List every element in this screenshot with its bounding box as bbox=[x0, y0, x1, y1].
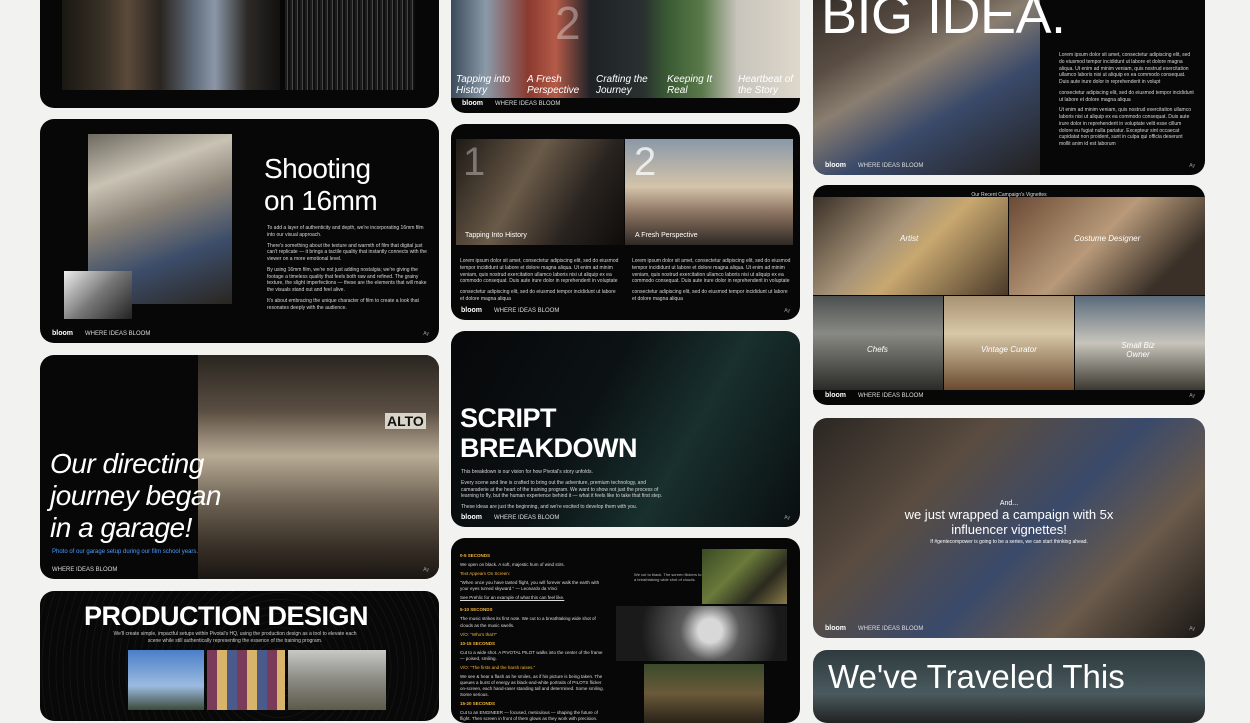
slide-campaign-vignettes[interactable]: Our Recent Campaign's Vignettes Artist C… bbox=[813, 185, 1205, 405]
slide-script-timeline[interactable]: 0-5 SECONDS We open on black. A soft, ma… bbox=[451, 538, 800, 723]
page-title: BIG IDEA. bbox=[821, 0, 1066, 45]
timeline-text: 0-5 SECONDS We open on black. A soft, ma… bbox=[460, 553, 604, 722]
chapter-number: 2 bbox=[555, 0, 581, 49]
slide-portrait-pair[interactable] bbox=[40, 0, 439, 108]
subtitle: We'll create simple, impactful setups wi… bbox=[113, 631, 357, 644]
chefs-photo bbox=[813, 296, 943, 390]
slide-footer: bloom WHERE IDEAS BLOOM bbox=[825, 392, 924, 399]
film-frames-photo bbox=[207, 650, 285, 710]
artist-photo bbox=[813, 197, 1008, 295]
slide-traveled[interactable]: We've Traveled This bbox=[813, 650, 1205, 723]
slide-shooting-16mm[interactable]: Shooting on 16mm To add a layer of authe… bbox=[40, 119, 439, 343]
slide-footer: bloom WHERE IDEAS BLOOM bbox=[461, 307, 560, 314]
alto-sign: ALTO bbox=[385, 413, 426, 429]
bloom-logo: bloom bbox=[825, 625, 846, 632]
vignette-caption: Costume Designer bbox=[1074, 234, 1141, 243]
bloom-logo: bloom bbox=[825, 162, 846, 169]
slide-production-design[interactable]: PRODUCTION DESIGN We'll create simple, i… bbox=[40, 591, 439, 721]
body-text: To add a layer of authenticity and depth… bbox=[267, 225, 427, 311]
page-marker: Ay bbox=[1189, 163, 1195, 169]
chapter-caption: Crafting the Journey bbox=[596, 74, 648, 96]
chapter-caption: Tapping Into History bbox=[465, 232, 527, 239]
chapter-caption: A Fresh Perspective bbox=[635, 232, 698, 239]
aerial-photo bbox=[702, 549, 787, 604]
film-strip-graphic bbox=[285, 0, 415, 90]
slide-footer: bloom WHERE IDEAS BLOOM bbox=[825, 625, 924, 632]
camera-thumbnail bbox=[64, 271, 132, 319]
chapter-caption: A Fresh Perspective bbox=[527, 74, 580, 96]
body-text: This breakdown is our vision for how Piv… bbox=[461, 469, 663, 510]
page-marker: Ay bbox=[1189, 626, 1195, 632]
slide-story-chapters[interactable]: 2 Tapping into History A Fresh Perspecti… bbox=[451, 0, 800, 113]
page-marker: Ay bbox=[784, 515, 790, 521]
slide-footer: bloom WHERE IDEAS BLOOM bbox=[461, 514, 560, 521]
chapter-number: 2 bbox=[634, 140, 657, 184]
chapter-text: Lorem ipsum dolor sit amet, consectetur … bbox=[460, 258, 619, 302]
bloom-logo: bloom bbox=[825, 392, 846, 399]
curator-photo bbox=[944, 296, 1074, 390]
page-title: Shooting on 16mm bbox=[264, 153, 378, 217]
page-title: PRODUCTION DESIGN bbox=[84, 601, 369, 631]
bloom-logo: bloom bbox=[461, 307, 482, 314]
slide-footer: bloom WHERE IDEAS BLOOM bbox=[825, 162, 924, 169]
slide-script-breakdown[interactable]: SCRIPT BREAKDOWN This breakdown is our v… bbox=[451, 331, 800, 527]
slide-garage[interactable]: ALTO Our directing journey began in a ga… bbox=[40, 355, 439, 579]
vignette-caption: Vintage Curator bbox=[981, 345, 1037, 354]
chapter-number: 1 bbox=[463, 140, 486, 184]
announcement: And... we just wrapped a campaign with 5… bbox=[904, 500, 1114, 545]
portrait-photo bbox=[62, 0, 280, 90]
vignette-caption: Chefs bbox=[867, 345, 888, 354]
mountain-photo bbox=[288, 650, 386, 710]
garage-photo: ALTO bbox=[198, 355, 439, 579]
slide-two-chapters[interactable]: 1 2 Tapping Into History A Fresh Perspec… bbox=[451, 124, 800, 320]
chapter-caption: Heartbeat of the Story bbox=[738, 74, 794, 96]
bloom-logo: bloom bbox=[461, 514, 482, 521]
page-title: Our directing journey began in a garage! bbox=[50, 448, 221, 544]
costume-photo bbox=[1009, 197, 1205, 295]
sky-tree-photo bbox=[128, 650, 204, 710]
jungle-photo bbox=[644, 664, 764, 723]
page-marker: Ay bbox=[423, 331, 429, 337]
photo-caption: Photo of our garage setup during our fil… bbox=[52, 549, 199, 555]
vignette-caption: Small Biz Owner bbox=[1121, 341, 1155, 359]
bloom-logo: bloom bbox=[52, 330, 73, 337]
slide-big-idea[interactable]: BIG IDEA. Lorem ipsum dolor sit amet, co… bbox=[813, 0, 1205, 175]
chapter-caption: Keeping It Real bbox=[667, 74, 713, 96]
page-marker: Ay bbox=[423, 567, 429, 573]
slide-campaign-wrapped[interactable]: And... we just wrapped a campaign with 5… bbox=[813, 418, 1205, 638]
page-title: We've Traveled This bbox=[828, 658, 1125, 695]
slide-footer: bloom WHERE IDEAS BLOOM bbox=[52, 330, 151, 337]
page-title: SCRIPT BREAKDOWN bbox=[460, 403, 638, 464]
side-note: We cut to black. The screen flickers to … bbox=[634, 572, 702, 583]
bloom-logo: bloom bbox=[462, 100, 483, 107]
body-text: Lorem ipsum dolor sit amet, consectetur … bbox=[1059, 52, 1194, 147]
chapter-caption: Tapping into History bbox=[456, 74, 511, 96]
slide-footer: WHERE IDEAS BLOOM bbox=[52, 567, 118, 573]
vignette-caption: Artist bbox=[900, 234, 919, 243]
page-marker: Ay bbox=[1189, 393, 1195, 399]
page-marker: Ay bbox=[784, 308, 790, 314]
chapter-text: Lorem ipsum dolor sit amet, consectetur … bbox=[632, 258, 791, 302]
portrait-bw-photo bbox=[616, 606, 787, 661]
slide-footer: bloom WHERE IDEAS BLOOM bbox=[462, 100, 561, 107]
